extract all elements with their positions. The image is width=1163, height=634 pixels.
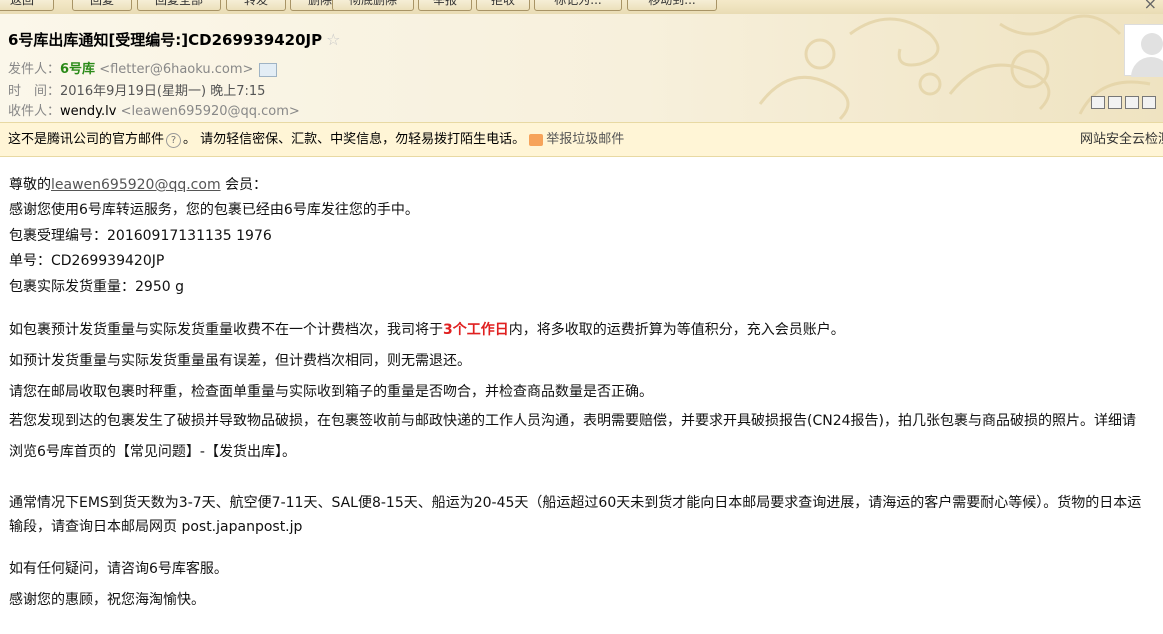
new-window-icon[interactable] bbox=[1091, 96, 1105, 109]
contact-paragraph: 如有任何疑问，请咨询6号库客服。 bbox=[9, 561, 228, 577]
time-row: 时 间：2016年9月19日(星期一) 晚上7:15 bbox=[8, 80, 265, 99]
greeting: 尊敬的leawen695920@qq.com 会员： bbox=[9, 174, 267, 194]
security-warning-bar: 这不是腾讯公司的官方邮件?。 请勿轻信密保、汇款、中奖信息，勿轻易拨打陌生电话。… bbox=[0, 122, 1163, 157]
recipient-name[interactable]: wendy.lv bbox=[60, 104, 116, 119]
star-icon[interactable]: ☆ bbox=[326, 30, 340, 49]
vcard-icon[interactable] bbox=[259, 62, 278, 77]
to-label: 收件人： bbox=[8, 104, 61, 119]
warning-text: 这不是腾讯公司的官方邮件 bbox=[8, 132, 165, 147]
forward-button[interactable]: 转发 bbox=[226, 0, 286, 11]
mark-as-button[interactable]: 标记为... bbox=[534, 0, 622, 11]
greeting-prefix: 尊敬的 bbox=[9, 177, 51, 193]
header-tools bbox=[1091, 96, 1159, 109]
warning-text-2: 。 请勿轻信密保、汇款、中奖信息，勿轻易拨打陌生电话。 bbox=[183, 132, 526, 147]
avatar[interactable] bbox=[1124, 24, 1163, 77]
refund-text: 如包裹预计发货重量与实际发货重量收费不在一个计费档次，我司将于 bbox=[9, 322, 443, 338]
delivery-time-paragraph: 通常情况下EMS到货天数为3-7天、航空便7-11天、SAL便8-15天、船运为… bbox=[9, 495, 1142, 535]
move-to-button[interactable]: 移动到... bbox=[627, 0, 717, 11]
time-value: 2016年9月19日(星期一) 晚上7:15 bbox=[60, 84, 266, 99]
greeting-suffix: 会员： bbox=[220, 177, 268, 193]
back-button[interactable]: 返回 bbox=[0, 0, 54, 11]
reply-button[interactable]: 回复 bbox=[72, 0, 132, 11]
refund-paragraph: 如包裹预计发货重量与实际发货重量收费不在一个计费档次，我司将于3个工作日内，将多… bbox=[9, 319, 845, 339]
reject-button[interactable]: 拒收 bbox=[476, 0, 530, 11]
weigh-check-paragraph: 请您在邮局收取包裹时秤重，检查面单重量与实际收到箱子的重量是否吻合，并检查商品数… bbox=[9, 384, 653, 400]
thanks-line: 感谢您使用6号库转运服务，您的包裹已经由6号库发往您的手中。 bbox=[9, 202, 419, 218]
expand-icon[interactable] bbox=[1108, 96, 1122, 109]
to-row: 收件人：wendy.lv <leawen695920@qq.com> bbox=[8, 100, 300, 119]
sender-address[interactable]: <fletter@6haoku.com> bbox=[99, 62, 253, 77]
reply-all-button[interactable]: 回复全部 bbox=[137, 0, 221, 11]
permanent-delete-button[interactable]: 彻底删除 bbox=[332, 0, 414, 11]
recipient-address[interactable]: <leawen695920@qq.com> bbox=[121, 104, 300, 119]
email-subject: 6号库出库通知[受理编号:]CD269939420JP ☆ bbox=[8, 29, 340, 50]
zoom-icon[interactable] bbox=[1125, 96, 1139, 109]
closing-paragraph: 感谢您的惠顾，祝您海淘愉快。 bbox=[9, 592, 205, 608]
damage-paragraph: 若您发现到达的包裹发生了破损并导致物品破损，在包裹签收前与邮政快递的工作人员沟通… bbox=[9, 413, 1136, 460]
weight-line: 包裹实际发货重量：2950 g bbox=[9, 279, 184, 295]
sender-name[interactable]: 6号库 bbox=[60, 62, 95, 77]
tracking-number-line: 单号：CD269939420JP bbox=[9, 253, 165, 269]
site-security-link[interactable]: 网站安全云检测 bbox=[1080, 123, 1163, 156]
highlight-days: 3个工作日 bbox=[443, 322, 509, 338]
package-id-line: 包裹受理编号：20160917131135 1976 bbox=[9, 228, 272, 244]
from-row: 发件人：6号库 <fletter@6haoku.com> bbox=[8, 58, 278, 77]
report-button[interactable]: 举报 bbox=[418, 0, 472, 11]
subject-text: 6号库出库通知[受理编号:]CD269939420JP bbox=[8, 31, 323, 49]
help-icon[interactable]: ? bbox=[166, 133, 182, 148]
report-flag-icon bbox=[529, 133, 544, 146]
time-label: 时 间： bbox=[8, 84, 61, 99]
report-spam-link[interactable]: 举报垃圾邮件 bbox=[546, 132, 624, 147]
refund-text-2: 内，将多收取的运费折算为等值积分，充入会员账户。 bbox=[508, 322, 845, 338]
from-label: 发件人： bbox=[8, 62, 61, 77]
no-refund-paragraph: 如预计发货重量与实际发货重量虽有误差，但计费档次相同，则无需退还。 bbox=[9, 353, 471, 369]
mail-header: 6号库出库通知[受理编号:]CD269939420JP ☆ 发件人：6号库 <fl… bbox=[0, 14, 1163, 122]
close-icon[interactable]: × bbox=[1144, 0, 1157, 13]
member-email-link[interactable]: leawen695920@qq.com bbox=[51, 177, 221, 193]
toolbar: 返回 回复 回复全部 转发 删除 彻底删除 举报 拒收 标记为... 移动到..… bbox=[0, 0, 1163, 15]
print-icon[interactable] bbox=[1142, 96, 1156, 109]
